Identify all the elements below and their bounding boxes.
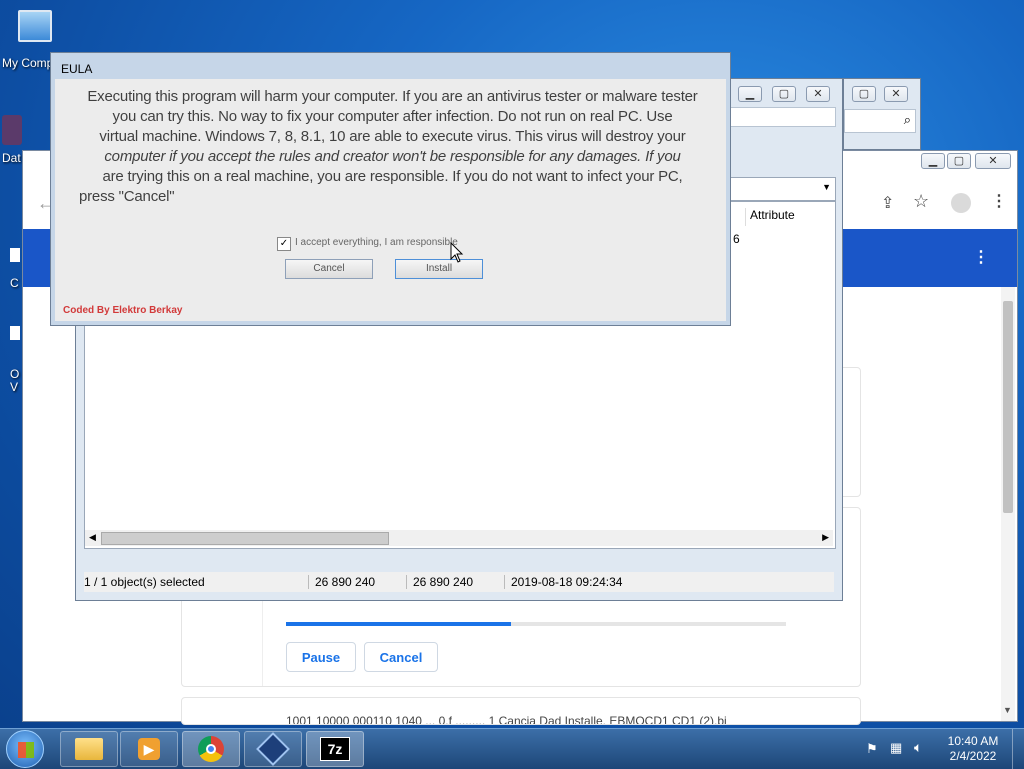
eula-body: Executing this program will harm your co… (55, 79, 726, 321)
horizontal-scrollbar[interactable]: ◀ ▶ (85, 530, 833, 546)
scroll-left-icon[interactable]: ◀ (89, 532, 96, 543)
media-player-icon: ▶ (138, 738, 160, 760)
computer-icon (18, 10, 52, 42)
chevron-down-icon[interactable]: ▼ (822, 182, 831, 192)
taskbar-chrome[interactable] (182, 731, 240, 767)
download-card-3: 1001 10000 000110 1040 ... 0.f .........… (181, 697, 861, 725)
search-icon: ⌕ (903, 112, 911, 127)
chrome-icon (198, 736, 224, 762)
taskbar-media-player[interactable]: ▶ (120, 731, 178, 767)
taskbar-explorer[interactable] (60, 731, 118, 767)
eula-line: are trying this on a real machine, you a… (102, 168, 683, 185)
app-icon (2, 115, 22, 145)
status-size: 26 890 240 (308, 575, 375, 589)
accept-checkbox-label[interactable]: I accept everything, I am responsible (295, 237, 458, 248)
app-icon (10, 248, 20, 262)
mouse-cursor-icon (450, 242, 464, 263)
clock-date: 2/4/2022 (949, 749, 997, 763)
avatar[interactable] (951, 193, 971, 213)
network-icon[interactable]: ▦ (890, 740, 902, 756)
column-header-attributes[interactable]: Attribute (745, 208, 840, 226)
maximize-button[interactable]: ▢ (947, 153, 971, 169)
status-modified: 2019-08-18 09:24:34 (504, 575, 622, 589)
taskbar-7zip[interactable]: 7z (306, 731, 364, 767)
maximize-button[interactable]: ▢ (772, 86, 796, 102)
scroll-down-icon[interactable]: ▼ (1003, 705, 1012, 715)
eula-dialog[interactable]: EULA Executing this program will harm yo… (50, 52, 731, 326)
minimize-button[interactable]: ▁ (738, 86, 762, 102)
folder-icon (75, 738, 103, 760)
eula-line: press "Cancel" (79, 188, 175, 205)
show-desktop-button[interactable] (1012, 729, 1024, 769)
close-button[interactable]: ✕ (884, 86, 908, 102)
desktop-icon-label: C (10, 276, 19, 290)
eula-cancel-button[interactable]: Cancel (285, 259, 373, 279)
scrollbar-thumb[interactable] (101, 532, 389, 545)
taskbar-virtualbox[interactable] (244, 731, 302, 767)
windows-logo-icon (18, 742, 34, 758)
taskbar: ▶ 7z ⚑ ▦ 🔈︎ 10:40 AM 2/4/2022 (0, 728, 1024, 769)
cancel-download-button[interactable]: Cancel (364, 642, 438, 672)
scrollbar-thumb[interactable] (1003, 301, 1013, 513)
status-bar: 1 / 1 object(s) selected 26 890 240 26 8… (84, 572, 834, 592)
eula-line: you can try this. No way to fix your com… (112, 108, 673, 125)
dialog-title: EULA (61, 62, 93, 76)
share-icon[interactable]: ⇪ (881, 193, 894, 213)
eula-line: Executing this program will harm your co… (87, 88, 698, 105)
app-icon (10, 326, 20, 340)
desktop-icon-label: Dat (2, 151, 21, 165)
clock[interactable]: 10:40 AM 2/4/2022 (940, 734, 1006, 764)
close-button[interactable]: ✕ (806, 86, 830, 102)
volume-icon[interactable]: 🔈︎ (914, 739, 922, 756)
progress-track (286, 622, 786, 626)
credit-text: Coded By Elektro Berkay (63, 305, 183, 316)
7zip-icon: 7z (320, 737, 350, 761)
action-center-icon[interactable]: ⚑ (866, 741, 878, 757)
explorer-window[interactable]: ▢ ✕ ⌕ (843, 78, 921, 150)
desktop-icon-data[interactable]: Dat (2, 115, 22, 165)
scroll-right-icon[interactable]: ▶ (822, 532, 829, 543)
progress-fill (286, 622, 511, 626)
eula-line: computer if you accept the rules and cre… (104, 148, 681, 165)
minimize-button[interactable]: ▁ (921, 153, 945, 169)
download-filename[interactable]: 1001 10000 000110 1040 ... 0.f .........… (286, 714, 727, 724)
accept-checkbox[interactable]: ✓ (277, 237, 291, 251)
pause-button[interactable]: Pause (286, 642, 356, 672)
maximize-button[interactable]: ▢ (852, 86, 876, 102)
status-packed: 26 890 240 (406, 575, 473, 589)
menu-icon[interactable]: ⋮ (991, 191, 1007, 211)
star-icon[interactable]: ☆ (913, 191, 929, 212)
virtualbox-icon (256, 732, 290, 766)
list-row-cell[interactable]: 6 (733, 232, 740, 246)
eula-message: Executing this program will harm your co… (65, 87, 720, 207)
close-button[interactable]: ✕ (975, 153, 1011, 169)
more-icon[interactable]: ⋮ (973, 247, 989, 267)
search-box[interactable]: ⌕ (844, 109, 916, 133)
install-button[interactable]: Install (395, 259, 483, 279)
clock-time: 10:40 AM (947, 734, 999, 748)
eula-line: virtual machine. Windows 7, 8, 8.1, 10 a… (99, 128, 686, 145)
desktop-icon-label: O V (10, 367, 20, 394)
desktop-icon-c[interactable]: C (10, 248, 22, 290)
status-selected: 1 / 1 object(s) selected (84, 575, 205, 589)
start-button[interactable] (6, 730, 44, 768)
desktop-icon-ov[interactable]: O V (10, 326, 22, 394)
